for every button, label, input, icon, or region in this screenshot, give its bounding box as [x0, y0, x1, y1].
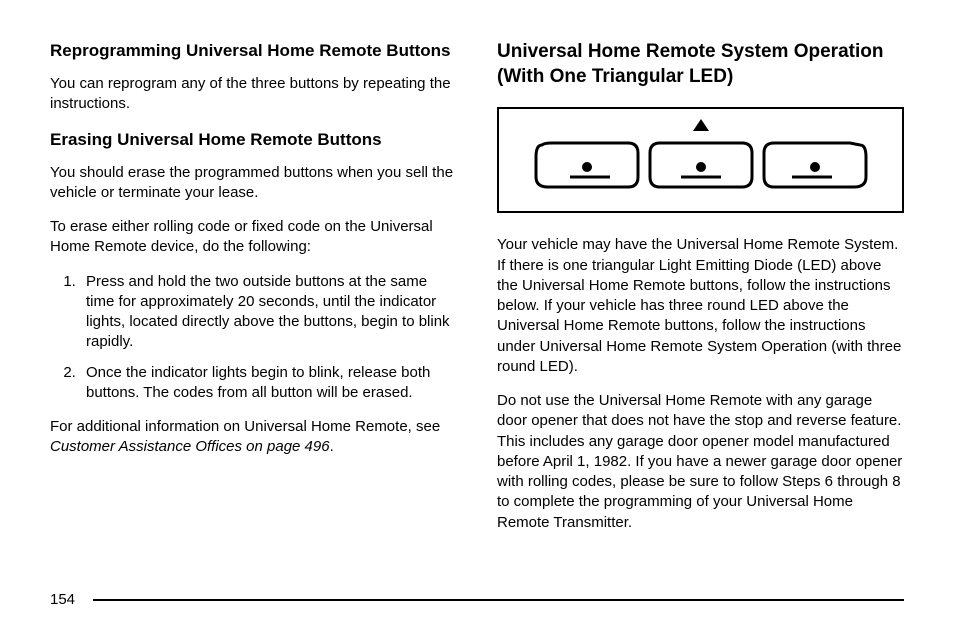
text-reference-italic: Customer Assistance Offices on page 496: [50, 438, 330, 455]
list-item: Once the indicator lights begin to blink…: [80, 363, 457, 404]
heading-reprogramming: Reprogramming Universal Home Remote Butt…: [50, 40, 457, 62]
paragraph-reprogram: You can reprogram any of the three butto…: [50, 74, 457, 115]
heading-erasing: Erasing Universal Home Remote Buttons: [50, 129, 457, 151]
right-column: Universal Home Remote System Operation (…: [497, 40, 904, 580]
footer-divider: [93, 599, 904, 601]
paragraph-system-info: Your vehicle may have the Universal Home…: [497, 235, 904, 377]
remote-diagram: [497, 107, 904, 213]
paragraph-erase-when: You should erase the programmed buttons …: [50, 163, 457, 204]
remote-button-left: [532, 137, 642, 193]
heading-operation: Universal Home Remote System Operation (…: [497, 40, 904, 89]
paragraph-additional-info: For additional information on Universal …: [50, 417, 457, 458]
text-additional-prefix: For additional information on Universal …: [50, 418, 440, 435]
triangle-led-icon: [693, 119, 709, 131]
paragraph-erase-how: To erase either rolling code or fixed co…: [50, 217, 457, 258]
left-column: Reprogramming Universal Home Remote Butt…: [50, 40, 457, 580]
erase-steps-list: Press and hold the two outside buttons a…: [50, 272, 457, 404]
page-footer: 154: [50, 591, 904, 608]
page-number: 154: [50, 591, 75, 608]
text-additional-suffix: .: [330, 438, 334, 455]
remote-buttons-row: [519, 137, 882, 193]
page-content: Reprogramming Universal Home Remote Butt…: [50, 40, 904, 580]
remote-button-right: [760, 137, 870, 193]
remote-button-center: [646, 137, 756, 193]
paragraph-warning: Do not use the Universal Home Remote wit…: [497, 391, 904, 533]
list-item: Press and hold the two outside buttons a…: [80, 272, 457, 353]
